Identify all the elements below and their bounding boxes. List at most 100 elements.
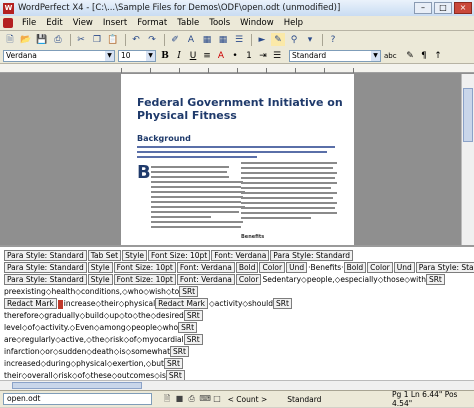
- print-icon[interactable]: ⎙: [51, 33, 65, 46]
- zoom-icon[interactable]: ⚲: [287, 33, 301, 46]
- code-srt[interactable]: SRt: [178, 322, 198, 333]
- indent-icon[interactable]: ⇥: [257, 50, 269, 62]
- code-color[interactable]: Color: [367, 262, 393, 273]
- chart-icon[interactable]: ▦: [200, 33, 214, 46]
- text-art-icon[interactable]: A: [184, 33, 198, 46]
- outline-icon[interactable]: ☰: [271, 50, 283, 62]
- vertical-scrollbar[interactable]: [461, 74, 474, 245]
- code-font-size[interactable]: Font Size: 10pt: [113, 274, 176, 285]
- code-redact-mark[interactable]: Redact Mark: [4, 298, 57, 309]
- underline-button[interactable]: U: [187, 50, 199, 62]
- quick-format-icon[interactable]: ✎: [404, 50, 416, 62]
- maximize-button[interactable]: □: [434, 2, 452, 14]
- code-style[interactable]: Style: [87, 274, 113, 285]
- menu-format[interactable]: Format: [132, 18, 172, 28]
- menu-file[interactable]: File: [17, 18, 41, 28]
- undo-icon[interactable]: ↶: [129, 33, 143, 46]
- code-bold[interactable]: Bold: [235, 262, 259, 273]
- code-font-size[interactable]: Font Size: 10pt: [113, 262, 176, 273]
- copy-icon[interactable]: ❐: [90, 33, 104, 46]
- code-underline[interactable]: Und: [286, 262, 308, 273]
- cursor-icon[interactable]: ↑: [432, 50, 444, 62]
- scroll-thumb[interactable]: [463, 88, 473, 142]
- font-value: Verdana: [6, 50, 37, 60]
- justification-icon[interactable]: ≡: [201, 50, 213, 62]
- window-title: WordPerfect X4 - [C:\...\Sample Files fo…: [18, 3, 341, 13]
- count-label[interactable]: < Count >: [222, 395, 274, 404]
- print-icon[interactable]: ⎙: [187, 394, 196, 404]
- code-font[interactable]: Font: Verdana: [176, 262, 235, 273]
- menu-edit[interactable]: Edit: [41, 18, 67, 28]
- code-para-style[interactable]: Para Style: Standard: [415, 262, 474, 273]
- numbering-icon[interactable]: 1: [243, 50, 255, 62]
- document-control-icon[interactable]: [3, 18, 13, 28]
- paragraph-icon[interactable]: ¶: [418, 50, 430, 62]
- reveal-text: ·Benefits·: [308, 263, 344, 272]
- style-value: Standard: [292, 50, 327, 60]
- code-style[interactable]: Style: [87, 262, 113, 273]
- columns-icon[interactable]: ☰: [232, 33, 246, 46]
- menu-table[interactable]: Table: [172, 18, 204, 28]
- highlight-icon[interactable]: ✎: [271, 33, 285, 46]
- paste-icon[interactable]: 📋: [106, 33, 120, 46]
- code-tab-set[interactable]: Tab Set: [87, 250, 122, 261]
- ruler[interactable]: [0, 64, 474, 73]
- code-srt[interactable]: SRt: [425, 274, 445, 285]
- code-font-size[interactable]: Font Size: 10pt: [147, 250, 211, 261]
- position-status: Pg 1 Ln 6.44" Pos 4.54": [392, 390, 458, 408]
- open-icon[interactable]: 📂: [19, 33, 33, 46]
- code-srt[interactable]: SRt: [170, 346, 189, 357]
- bullets-icon[interactable]: •: [229, 50, 241, 62]
- font-size-select[interactable]: 10 ▼: [118, 49, 156, 62]
- code-para-style[interactable]: Para Style: Standard: [4, 262, 87, 273]
- code-srt[interactable]: SRt: [183, 334, 203, 345]
- menu-window[interactable]: Window: [235, 18, 279, 28]
- cut-icon[interactable]: ✂: [74, 33, 88, 46]
- code-font[interactable]: Font: Verdana: [176, 274, 235, 285]
- code-srt[interactable]: SRt: [273, 298, 292, 309]
- shadow-cursor-icon[interactable]: ►: [255, 33, 269, 46]
- font-select[interactable]: Verdana ▼: [3, 49, 115, 62]
- code-bold[interactable]: Bold: [343, 262, 367, 273]
- menu-tools[interactable]: Tools: [204, 18, 235, 28]
- document-area[interactable]: Federal Government Initiative on Physica…: [0, 64, 474, 245]
- horizontal-scrollbar[interactable]: [0, 380, 474, 390]
- help-icon[interactable]: ?: [326, 33, 340, 46]
- minimize-button[interactable]: –: [414, 2, 432, 14]
- code-srt[interactable]: SRt: [179, 286, 199, 297]
- code-para-style[interactable]: Para Style: Standard: [270, 250, 354, 261]
- reveal-text: therefore◇gradually◇build◇up◇to◇the◇desi…: [4, 311, 184, 320]
- code-color[interactable]: Color: [259, 262, 286, 273]
- abc-icon[interactable]: abc: [384, 50, 397, 62]
- scroll-thumb[interactable]: [12, 382, 142, 389]
- code-para-style[interactable]: Para Style: Standard: [4, 274, 87, 285]
- close-button[interactable]: ×: [454, 2, 472, 14]
- code-para-style[interactable]: Para Style: Standard: [4, 250, 87, 261]
- menu-view[interactable]: View: [68, 18, 98, 28]
- document-page[interactable]: Federal Government Initiative on Physica…: [121, 74, 354, 245]
- table-icon[interactable]: ▦: [216, 33, 230, 46]
- code-font[interactable]: Font: Verdana: [211, 250, 270, 261]
- dropdown-arrow-icon[interactable]: ▾: [303, 33, 317, 46]
- toolbar-separator: [70, 33, 71, 46]
- code-srt[interactable]: SRt: [183, 310, 203, 321]
- font-color-icon[interactable]: A: [215, 50, 227, 62]
- code-style[interactable]: Style: [122, 250, 147, 261]
- code-srt[interactable]: SRt: [165, 370, 185, 380]
- save-icon[interactable]: 💾: [35, 33, 49, 46]
- code-redact-mark[interactable]: Redact Mark: [155, 298, 208, 309]
- document-tab[interactable]: open.odt: [3, 393, 153, 405]
- draw-icon[interactable]: ✐: [168, 33, 182, 46]
- code-underline[interactable]: Und: [393, 262, 415, 273]
- menu-help[interactable]: Help: [279, 18, 308, 28]
- lock-icon: ■: [175, 394, 184, 403]
- bold-button[interactable]: B: [159, 50, 171, 62]
- code-srt[interactable]: SRt: [163, 358, 183, 369]
- menu-insert[interactable]: Insert: [98, 18, 132, 28]
- italic-button[interactable]: I: [173, 50, 185, 62]
- new-document-icon[interactable]: 🗎: [3, 33, 17, 46]
- code-color[interactable]: Color: [235, 274, 262, 285]
- style-select[interactable]: Standard ▼: [289, 49, 381, 62]
- redo-icon[interactable]: ↷: [145, 33, 159, 46]
- reveal-codes-pane[interactable]: Para Style: Standard Tab Set Style Font Siz…: [0, 245, 474, 380]
